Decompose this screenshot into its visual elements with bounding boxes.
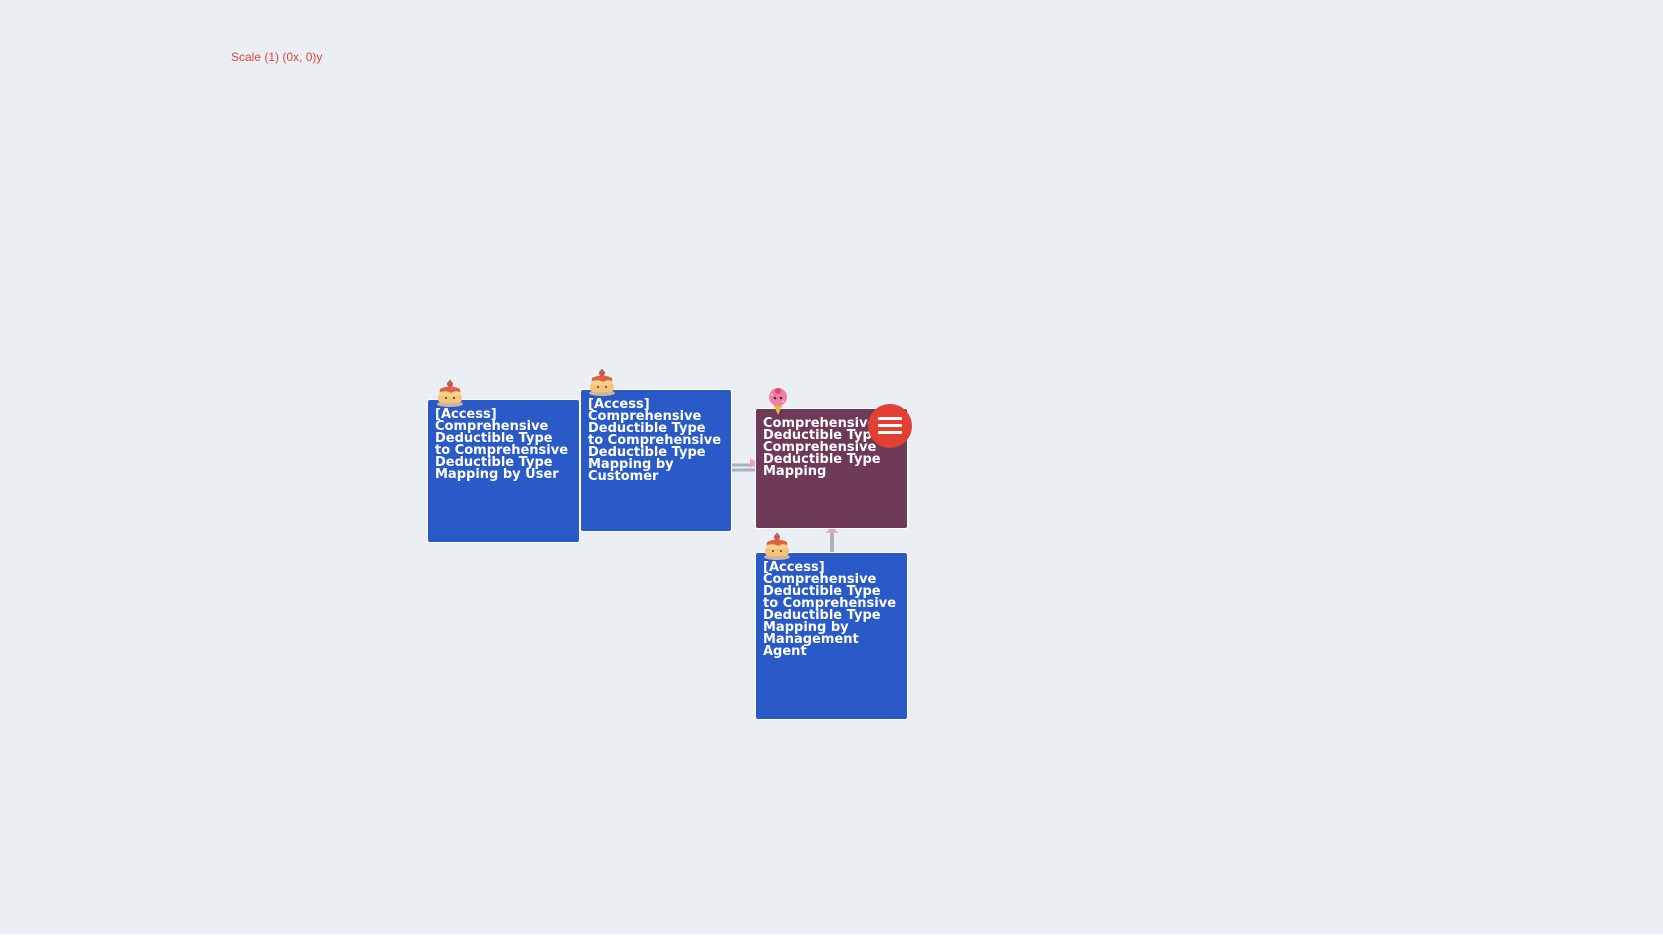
hamburger-menu-icon-bar [878,431,902,434]
node-menu-button[interactable] [868,404,912,448]
pancake-icon [764,533,790,560]
hamburger-menu-icon-bar [878,424,902,427]
node-title: [Access] Comprehensive Deductible Type t… [763,560,897,659]
node-title: [Access] Comprehensive Deductible Type t… [588,397,722,484]
diagram-canvas[interactable]: Scale (1) (0x, 0)y [Access] Comprehensiv… [0,0,1663,936]
hamburger-menu-icon [878,417,902,420]
pancake-icon [437,380,463,407]
node-access-by-management-agent[interactable]: [Access] Comprehensive Deductible Type t… [755,552,908,720]
ice-cream-icon [769,388,787,415]
node-access-by-customer[interactable]: [Access] Comprehensive Deductible Type t… [580,389,732,532]
node-access-by-user[interactable]: [Access] Comprehensive Deductible Type t… [427,399,580,543]
node-title: [Access] Comprehensive Deductible Type t… [435,407,569,482]
pancake-icon [589,369,615,396]
